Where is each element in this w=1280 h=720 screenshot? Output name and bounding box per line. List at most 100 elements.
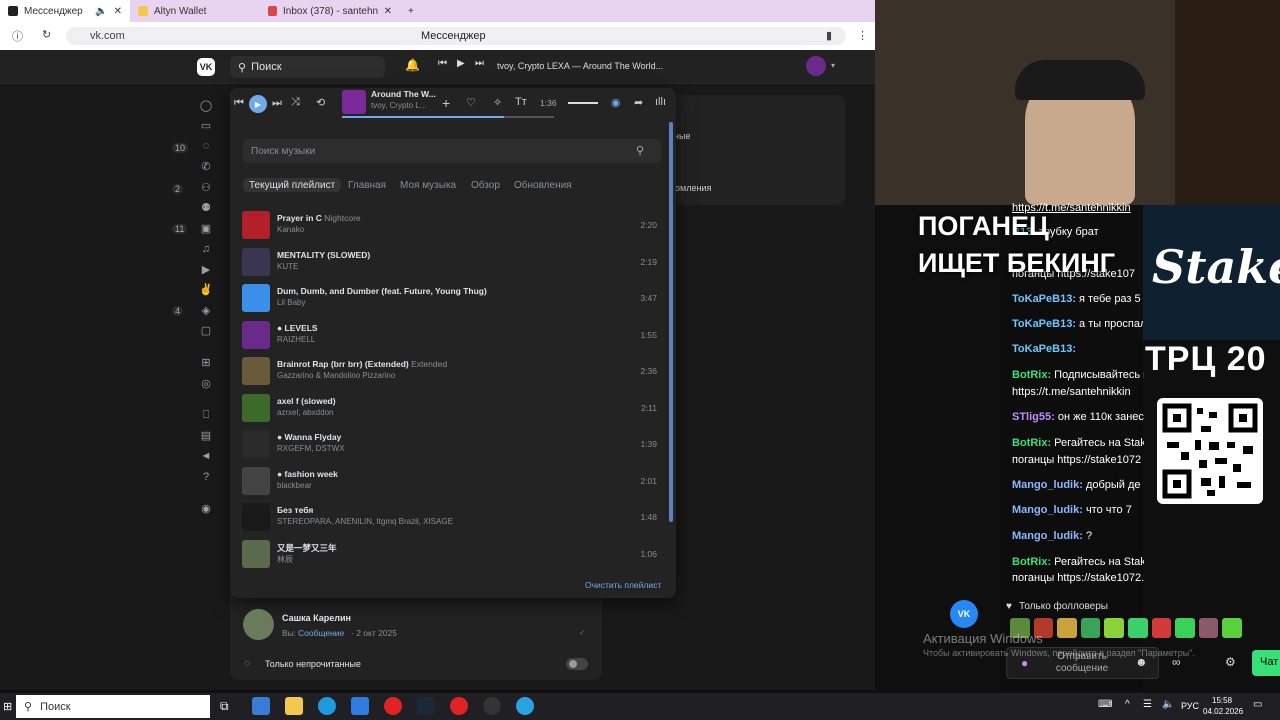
info-icon[interactable]: ⓘ (12, 28, 23, 44)
tab-updates[interactable]: Обновления (508, 178, 578, 192)
emote-icon[interactable] (1127, 618, 1148, 638)
track-row[interactable]: ● fashion week blackbear 2:01 (242, 466, 662, 497)
communities-icon[interactable]: ⚉ (190, 198, 222, 218)
friends-icon[interactable]: ⚇ (190, 177, 222, 197)
music-search-input[interactable]: Поиск музыки (243, 139, 661, 163)
chat-button[interactable]: Чат (1252, 650, 1280, 676)
unread-only-toggle[interactable] (566, 658, 588, 670)
steam-icon[interactable] (417, 697, 435, 715)
track-row[interactable]: Prayer in C Nightcore Kanako 2:20 (242, 211, 662, 241)
store-icon[interactable] (252, 697, 270, 715)
tab-my-music[interactable]: Моя музыка (394, 178, 462, 192)
tab-altyn[interactable]: Altyn Wallet (130, 0, 260, 22)
emote-icon[interactable] (1080, 618, 1101, 638)
taskbar-search[interactable]: ⚲ Поиск (16, 695, 210, 718)
vk-search-input[interactable]: ⚲ Поиск (230, 56, 385, 78)
files-icon[interactable]: ▤ (190, 426, 222, 446)
mic-icon[interactable]: ● (1021, 656, 1028, 670)
broadcast-icon[interactable]: ◉ (611, 96, 621, 109)
keyboard-icon[interactable]: ⌨ (1098, 699, 1112, 710)
chat-nick[interactable]: ToKaPeB13: (1012, 343, 1076, 355)
track-row[interactable]: Dum, Dumb, and Dumber (feat. Future, You… (242, 284, 662, 314)
sparkle-icon[interactable]: ✧ (493, 96, 502, 109)
clear-playlist-link[interactable]: Очистить плейлист (585, 580, 661, 590)
play-pause-button[interactable]: ▶ (249, 95, 267, 113)
language-indicator[interactable]: РУС (1181, 701, 1199, 711)
lyrics-icon[interactable]: Tт (515, 96, 527, 108)
equalizer-icon[interactable]: ıllı (655, 96, 666, 108)
track-row[interactable]: ● Wanna Flyday RXGEFM, DSTWX 1:39 (242, 430, 662, 460)
emote-icon[interactable] (1104, 618, 1124, 638)
chevron-down-icon[interactable]: ▾ (831, 61, 835, 70)
task-view-icon[interactable]: ⧉ (220, 699, 229, 714)
emote-icon[interactable] (1222, 618, 1242, 638)
ads-icon[interactable]: ◄ (190, 446, 222, 466)
file-explorer-icon[interactable] (285, 697, 303, 715)
tray-icon[interactable]: ^ (1125, 699, 1130, 710)
new-tab-button[interactable]: + (400, 0, 422, 22)
yandex-icon[interactable] (384, 697, 402, 715)
chat-nick[interactable]: BotRix: (1012, 369, 1051, 381)
avatar[interactable] (806, 56, 826, 76)
messages-icon[interactable]: ◌ (190, 136, 222, 156)
music-icon[interactable]: ♫ (190, 239, 222, 259)
emote-icon[interactable] (1198, 618, 1219, 638)
add-icon[interactable]: + (442, 95, 450, 111)
profile-icon[interactable]: ◯ (190, 95, 222, 115)
track-row[interactable]: axel f (slowed) azrxel, abxddon 2:11 (242, 393, 662, 424)
dislike-icon[interactable]: ♡ (466, 96, 476, 109)
tab-current-playlist[interactable]: Текущий плейлист (243, 178, 342, 192)
vk-floating-icon[interactable]: VK (950, 600, 978, 628)
settings-icon[interactable]: ⚙ (1225, 655, 1236, 669)
bookmarks-icon[interactable]: ⎕ (190, 405, 222, 425)
emote-icon[interactable] (1175, 618, 1195, 638)
bell-icon[interactable]: 🔔 (405, 58, 420, 72)
chat-nick[interactable]: BotRix: (1012, 437, 1051, 449)
tab-overview[interactable]: Обзор (465, 178, 506, 192)
track-row[interactable]: ● LEVELS RAIZHELL 1:55 (242, 320, 662, 351)
shuffle-icon[interactable]: ⤨ (291, 96, 300, 109)
prev-track-icon[interactable]: ⏮ (234, 97, 244, 110)
volume-slider[interactable] (568, 102, 598, 104)
windows-start-icon[interactable]: ⊞ (3, 700, 12, 713)
track-row[interactable]: Без тебя STEREOPARA, ANENILIN, Itgmq Bra… (242, 503, 662, 533)
obs-icon[interactable] (483, 697, 501, 715)
services-icon[interactable]: ⊞ (190, 353, 222, 373)
close-tab-icon[interactable]: ✕ (384, 6, 392, 17)
close-tab-icon[interactable]: ✕ (114, 6, 122, 17)
emote-icon[interactable] (1057, 618, 1077, 638)
emote-icon[interactable] (1151, 618, 1172, 638)
reload-icon[interactable]: ↻ (42, 28, 51, 41)
chat-nick[interactable]: BotRix: (1012, 556, 1051, 568)
mail-icon[interactable] (351, 697, 369, 715)
next-track-icon[interactable]: ⏭ (272, 97, 282, 110)
chat-nick[interactable]: ToKaPeB13: (1012, 318, 1076, 330)
mute-icon[interactable]: 🔈 (95, 6, 107, 17)
menu-icon[interactable]: ⋮ (857, 29, 868, 42)
playlist-scrollbar[interactable] (669, 122, 673, 522)
track-row[interactable]: 又是一梦又三年 林辰 1:06 (242, 539, 662, 570)
repeat-icon[interactable]: ⟲ (316, 96, 325, 109)
bookmark-icon[interactable]: ▮ (826, 29, 832, 42)
news-icon[interactable]: ▭ (190, 116, 222, 136)
play-icon[interactable]: ▶ (457, 58, 465, 69)
chat-list-item[interactable]: Сашка Карелин Вы: Сообщение · 2 окт 2025… (240, 608, 595, 644)
games-icon[interactable]: ◈ (190, 300, 222, 320)
chat-nick[interactable]: Mango_ludik: (1012, 479, 1083, 491)
edge-icon[interactable] (318, 697, 336, 715)
chat-nick[interactable]: Mango_ludik: (1012, 530, 1083, 542)
clips-icon[interactable]: ✌ (190, 280, 222, 300)
yandex-browser-icon[interactable] (450, 697, 468, 715)
gamepad-icon[interactable]: ◉ (190, 499, 222, 519)
tab-inbox[interactable]: Inbox (378) - santehnikkin ✕ (260, 0, 400, 22)
now-playing-text[interactable]: tvoy, Crypto LEXA — Around The World... (497, 61, 663, 71)
vk-logo[interactable]: VK (197, 58, 215, 76)
chat-nick[interactable]: Mango_ludik: (1012, 504, 1083, 516)
volume-icon[interactable]: 🔈 (1162, 699, 1174, 710)
network-icon[interactable]: ☰ (1143, 699, 1152, 710)
market-icon[interactable]: ▢ (190, 321, 222, 341)
chat-nick[interactable]: ToKaPeB13: (1012, 293, 1076, 305)
storage-icon[interactable]: ◎ (190, 373, 222, 393)
search-icon[interactable]: ⚲ (636, 144, 644, 157)
tab-messenger[interactable]: Мессенджер 🔈 ✕ (0, 0, 130, 22)
